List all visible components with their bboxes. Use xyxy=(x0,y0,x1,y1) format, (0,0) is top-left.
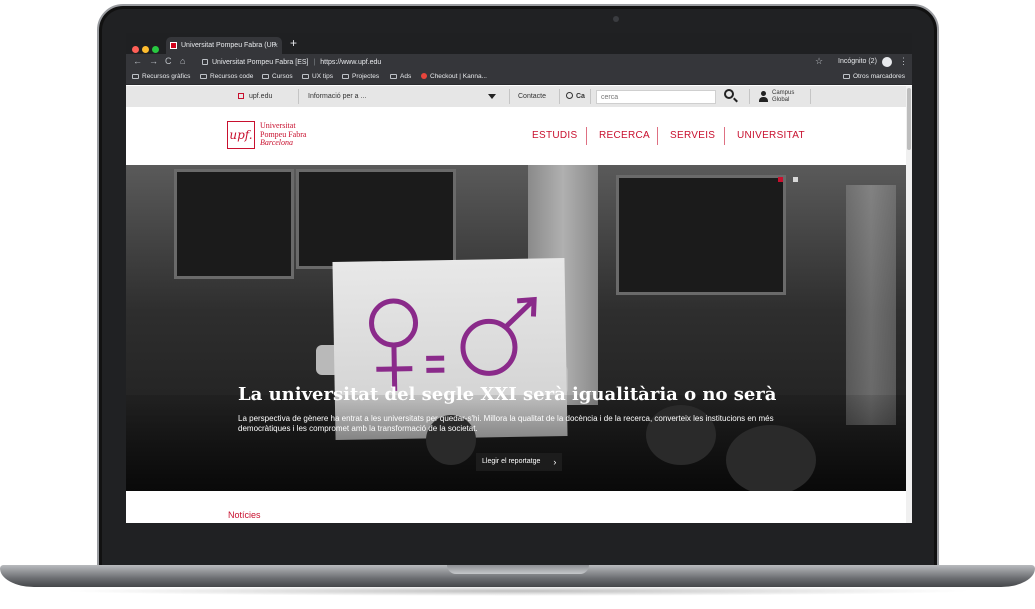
tab-title: Universitat Pompeu Fabra (UP xyxy=(181,42,277,49)
browser-window: Universitat Pompeu Fabra (UP × + ← → C ⌂… xyxy=(126,33,912,523)
hero-slider: La universitat del segle XXI serà iguali… xyxy=(126,165,906,491)
photo-window xyxy=(616,175,786,295)
bookmark-item[interactable]: Recursos gràfics xyxy=(132,73,190,80)
url-text: https://www.upf.edu xyxy=(320,59,382,66)
address-bar[interactable]: Universitat Pompeu Fabra [ES] | https://… xyxy=(200,56,835,69)
bookmark-item[interactable]: Recursos code xyxy=(200,73,253,80)
divider xyxy=(298,89,299,104)
photo-window xyxy=(174,169,294,279)
close-window-button[interactable] xyxy=(132,46,139,53)
contact-link[interactable]: Contacte xyxy=(518,86,546,107)
nav-divider xyxy=(657,127,658,145)
user-icon[interactable] xyxy=(759,91,768,102)
crowd-head xyxy=(726,425,816,491)
laptop-mockup: Universitat Pompeu Fabra (UP × + ← → C ⌂… xyxy=(0,0,1035,609)
photo-window xyxy=(296,169,456,269)
chevron-right-icon: › xyxy=(553,457,557,467)
upf-logo[interactable]: upf. xyxy=(227,121,255,149)
other-bookmarks[interactable]: Otros marcadores xyxy=(843,73,905,80)
utility-bar: upf.edu Informació per a ... Contacte Ca… xyxy=(126,86,906,107)
upf-home-link[interactable]: upf.edu xyxy=(238,86,272,107)
browser-menu-icon[interactable]: ⋮ xyxy=(899,56,908,67)
bookmark-item[interactable]: Projectes xyxy=(342,73,379,80)
bookmark-star-icon[interactable]: ☆ xyxy=(815,56,823,67)
chevron-down-icon[interactable] xyxy=(488,94,496,99)
nav-serveis[interactable]: SERVEIS xyxy=(670,127,715,145)
lock-icon xyxy=(202,59,208,65)
hero-title: La universitat del segle XXI serà iguali… xyxy=(238,384,777,405)
folder-icon xyxy=(132,74,139,79)
bookmark-item[interactable]: Checkout | Kanna... xyxy=(421,73,487,80)
nav-divider xyxy=(724,127,725,145)
incognito-icon[interactable] xyxy=(882,57,892,67)
forward-icon[interactable]: → xyxy=(149,56,158,66)
nav-recerca[interactable]: RECERCA xyxy=(599,127,650,145)
back-icon[interactable]: ← xyxy=(133,56,142,66)
close-tab-icon[interactable]: × xyxy=(273,37,278,54)
upf-square-icon xyxy=(238,93,244,99)
folder-icon xyxy=(390,74,397,79)
campus-global-link[interactable]: Campus Global xyxy=(772,90,794,103)
bookmarks-bar: Recursos gràfics Recursos code Cursos UX… xyxy=(126,71,912,85)
folder-icon xyxy=(342,74,349,79)
divider xyxy=(749,89,750,104)
folder-icon xyxy=(262,74,269,79)
browser-tab[interactable]: Universitat Pompeu Fabra (UP × xyxy=(166,37,282,54)
search-icon[interactable] xyxy=(724,89,734,99)
page-scrollbar[interactable] xyxy=(906,86,912,523)
nav-estudis[interactable]: ESTUDIS xyxy=(532,127,577,145)
audience-select[interactable]: Informació per a ... xyxy=(308,86,366,107)
favicon-icon xyxy=(170,42,177,49)
home-icon[interactable]: ⌂ xyxy=(180,56,185,66)
divider xyxy=(590,89,591,104)
folder-icon xyxy=(302,74,309,79)
laptop-shadow xyxy=(60,586,975,596)
checkout-icon xyxy=(421,73,427,79)
bookmark-item[interactable]: Cursos xyxy=(262,73,293,80)
globe-icon xyxy=(566,92,573,99)
url-separator: | xyxy=(313,59,316,66)
folder-icon xyxy=(200,74,207,79)
crowd-overlay xyxy=(126,395,906,491)
maximize-window-button[interactable] xyxy=(152,46,159,53)
bookmark-item[interactable]: UX tips xyxy=(302,73,333,80)
language-switch[interactable]: Ca xyxy=(566,86,585,107)
slide-indicator-active[interactable] xyxy=(778,177,783,182)
search-input[interactable] xyxy=(596,90,716,104)
tab-strip: Universitat Pompeu Fabra (UP × + xyxy=(126,33,912,54)
upf-logo-text[interactable]: Universitat Pompeu Fabra Barcelona xyxy=(260,121,306,148)
new-tab-button[interactable]: + xyxy=(290,36,297,50)
minimize-window-button[interactable] xyxy=(142,46,149,53)
incognito-label[interactable]: Incógnito (2) xyxy=(838,58,877,65)
photo-pillar xyxy=(846,185,896,425)
laptop-notch xyxy=(447,565,589,574)
hero-photo xyxy=(126,165,906,491)
hero-description: La perspectiva de gènere ha entrat a les… xyxy=(238,414,774,433)
webpage: upf.edu Informació per a ... Contacte Ca… xyxy=(126,86,912,523)
scrollbar-thumb[interactable] xyxy=(907,88,911,150)
reload-icon[interactable]: C xyxy=(165,56,172,66)
site-header: upf. Universitat Pompeu Fabra Barcelona … xyxy=(126,107,906,165)
camera xyxy=(613,16,619,22)
browser-toolbar: ← → C ⌂ Universitat Pompeu Fabra [ES] | … xyxy=(126,54,912,71)
divider xyxy=(509,89,510,104)
slide-indicator[interactable] xyxy=(793,177,798,182)
divider xyxy=(810,89,811,104)
site-identity: Universitat Pompeu Fabra [ES] xyxy=(212,59,309,66)
nav-divider xyxy=(586,127,587,145)
folder-icon xyxy=(843,74,850,79)
divider xyxy=(559,89,560,104)
bookmark-item[interactable]: Ads xyxy=(390,73,411,80)
nav-universitat[interactable]: UNIVERSITAT xyxy=(737,127,805,145)
read-report-button[interactable]: Llegir el reportatge › xyxy=(476,453,563,471)
news-section-title[interactable]: Notícies xyxy=(228,510,261,520)
